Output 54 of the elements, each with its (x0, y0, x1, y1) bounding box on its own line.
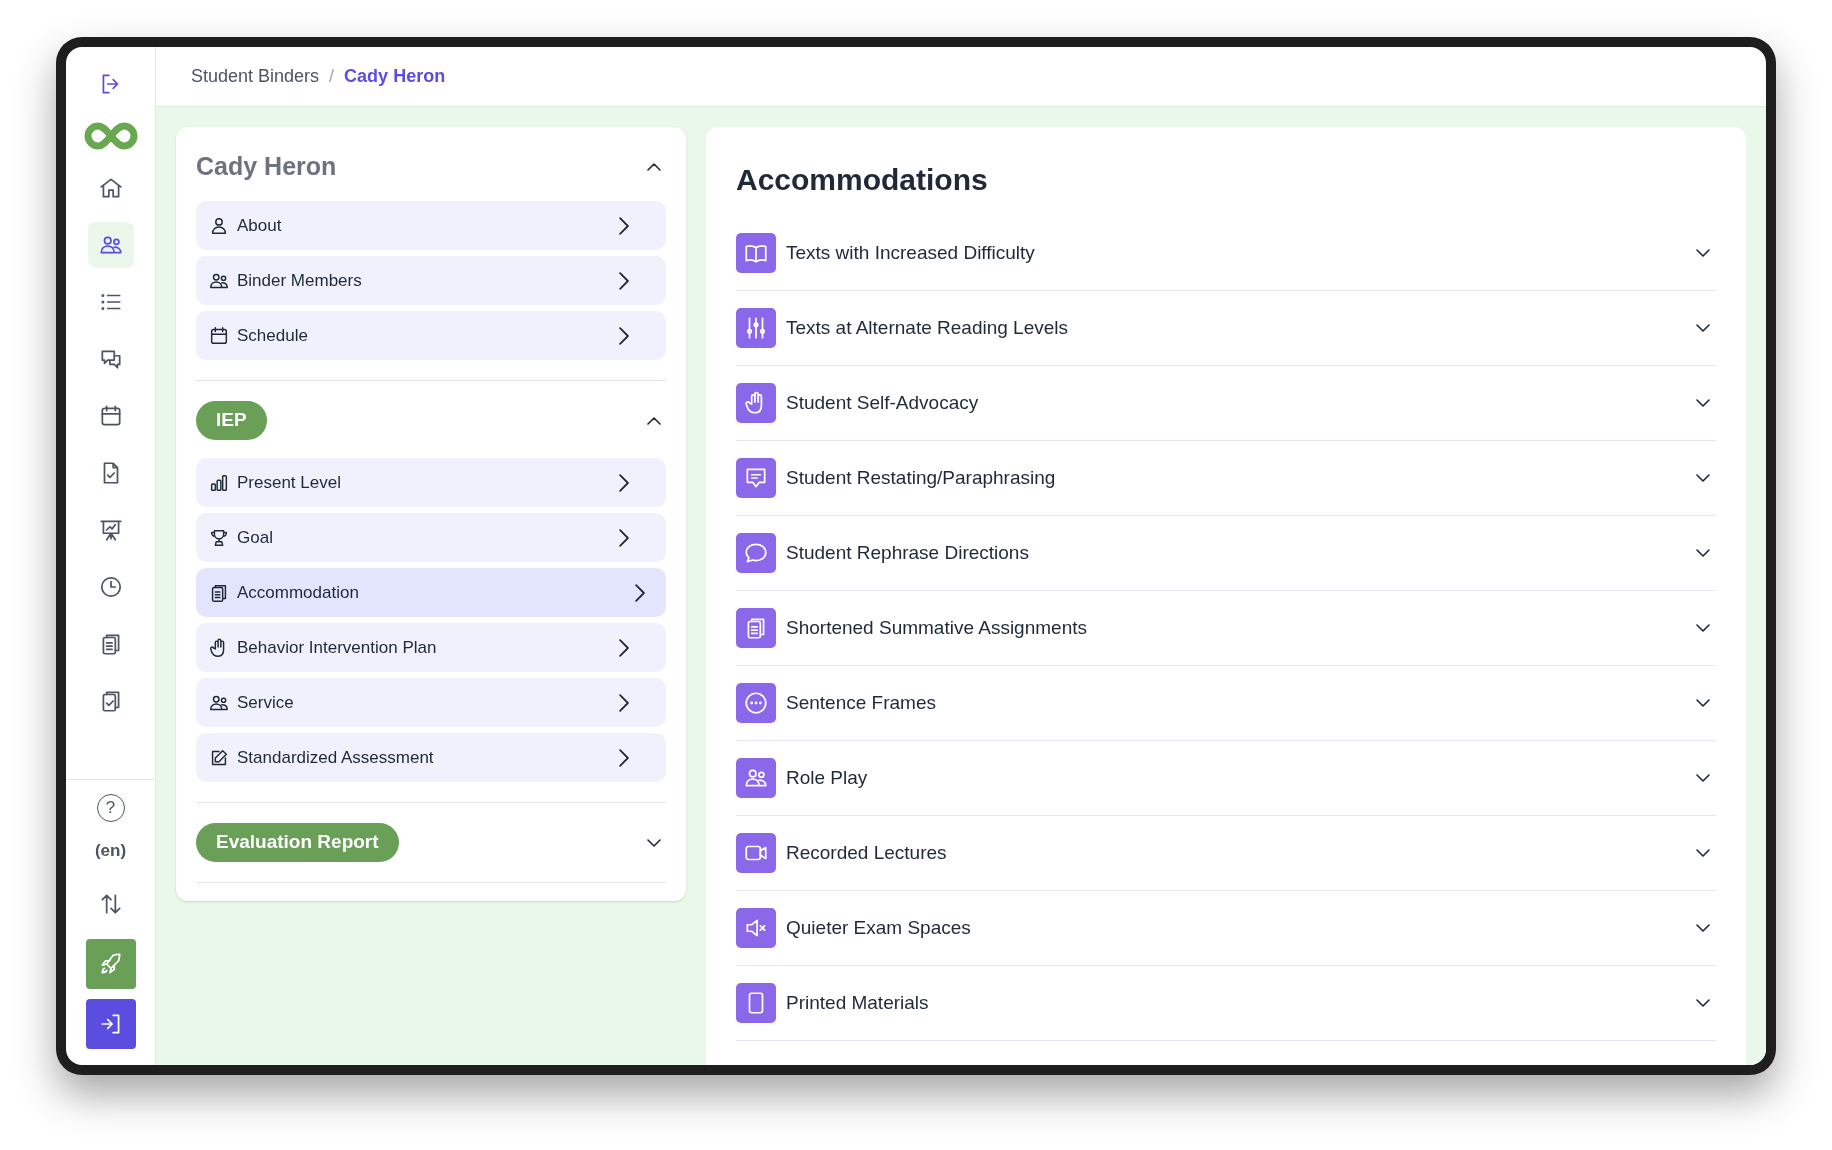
accommodation-row[interactable]: Sentence Frames (736, 666, 1716, 741)
tablet-icon (736, 983, 776, 1023)
binder-menu-item[interactable]: Present Level (196, 458, 666, 507)
binder-menu-item[interactable]: Behavior Intervention Plan (196, 623, 666, 672)
binder-menu-item[interactable]: Standardized Assessment (196, 733, 666, 782)
people-icon (736, 758, 776, 798)
chevron-right-icon (619, 326, 629, 345)
sliders-icon (736, 308, 776, 348)
accommodation-row[interactable]: Student Restating/Paraphrasing (736, 441, 1716, 516)
accommodation-row[interactable]: Student Self-Advocacy (736, 366, 1716, 441)
binder-menu-item[interactable]: Accommodation (196, 568, 666, 617)
chevron-up-icon (647, 416, 661, 425)
presentation-chart-icon (97, 517, 124, 543)
hand-icon (736, 383, 776, 423)
binder-menu-item[interactable]: Service (196, 678, 666, 727)
chevron-up-icon (647, 163, 661, 171)
binder-menu-item[interactable]: Binder Members (196, 256, 666, 305)
accommodation-row[interactable]: Recorded Lectures (736, 816, 1716, 891)
message-icon (736, 458, 776, 498)
chevron-right-icon (635, 583, 645, 602)
infinity-logo[interactable] (82, 120, 139, 152)
accommodations-heading: Accommodations (736, 162, 989, 198)
binder-menu-item[interactable]: Schedule (196, 311, 666, 360)
accommodation-row[interactable]: Student Rephrase Directions (736, 516, 1716, 591)
calendar-icon (208, 324, 230, 347)
accommodation-row[interactable]: Role Play (736, 741, 1716, 816)
student-name-heading: Cady Heron (196, 151, 337, 183)
binder-menu-item[interactable]: About (196, 201, 666, 250)
language-button[interactable]: (en) (94, 831, 127, 869)
breadcrumb-separator: / (328, 65, 336, 88)
chevron-right-icon (619, 216, 629, 235)
chevron-right-icon (619, 473, 629, 492)
clipboard-icon (736, 608, 776, 648)
chevron-right-icon (619, 638, 629, 657)
chevron-right-icon (619, 528, 629, 547)
book-icon (736, 233, 776, 273)
chevron-right-icon (619, 693, 629, 712)
people-button[interactable] (87, 222, 134, 268)
accommodation-row[interactable]: Printed Materials (736, 966, 1716, 1041)
video-camera-icon (736, 833, 776, 873)
accommodation-row[interactable]: Texts at Alternate Reading Levels (736, 291, 1716, 366)
speech-bubble-icon (736, 533, 776, 573)
breadcrumb-link[interactable]: Cady Heron (344, 63, 446, 90)
login-button[interactable] (85, 999, 136, 1049)
launch-button[interactable] (85, 939, 136, 989)
chevron-down-icon (647, 838, 661, 847)
accommodation-row[interactable]: Shortened Summative Assignments (736, 591, 1716, 666)
chevron-right-icon (619, 748, 629, 767)
chevron-right-icon (619, 271, 629, 290)
accommodation-row[interactable]: Texts with Increased Difficulty (736, 216, 1716, 291)
speaker-mute-icon (736, 908, 776, 948)
breadcrumb-link[interactable]: Student Binders (191, 63, 320, 90)
binder-menu-item[interactable]: Goal (196, 513, 666, 562)
accommodation-row[interactable]: Quieter Exam Spaces (736, 891, 1716, 966)
